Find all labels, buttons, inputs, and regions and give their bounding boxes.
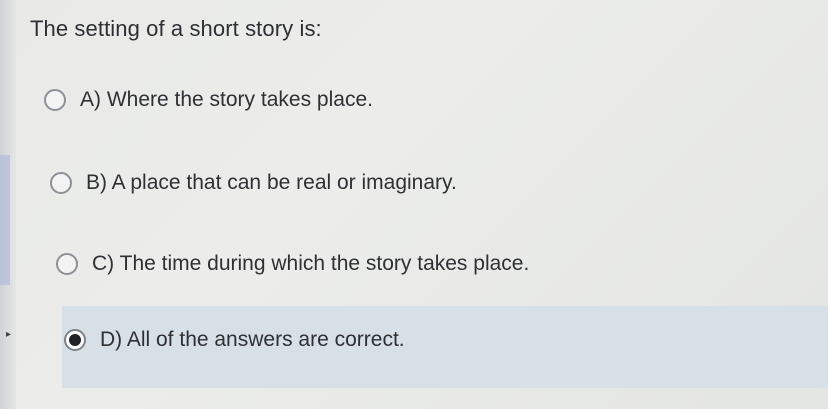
option-b-label: B) A place that can be real or imaginary… — [86, 171, 457, 194]
caret-right-icon[interactable]: ▸ — [6, 329, 11, 340]
option-a[interactable]: A) Where the story takes place. — [44, 88, 373, 112]
option-a-label: A) Where the story takes place. — [80, 88, 373, 111]
option-c-label: C) The time during which the story takes… — [92, 252, 530, 275]
radio-button-icon[interactable] — [56, 253, 78, 275]
option-b[interactable]: B) A place that can be real or imaginary… — [50, 171, 457, 195]
option-c[interactable]: C) The time during which the story takes… — [56, 252, 529, 276]
radio-button-checked-icon[interactable] — [64, 329, 86, 351]
rail-accent — [0, 155, 10, 285]
radio-button-icon[interactable] — [50, 172, 72, 194]
left-rail: ▸ — [0, 0, 16, 409]
question-text: The setting of a short story is: — [30, 16, 322, 41]
option-d-label: D) All of the answers are correct. — [100, 328, 405, 351]
option-d[interactable]: D) All of the answers are correct. — [64, 328, 405, 352]
radio-button-icon[interactable] — [44, 89, 66, 111]
question-card: The setting of a short story is: A) Wher… — [16, 0, 828, 409]
radio-dot-icon — [69, 334, 81, 346]
